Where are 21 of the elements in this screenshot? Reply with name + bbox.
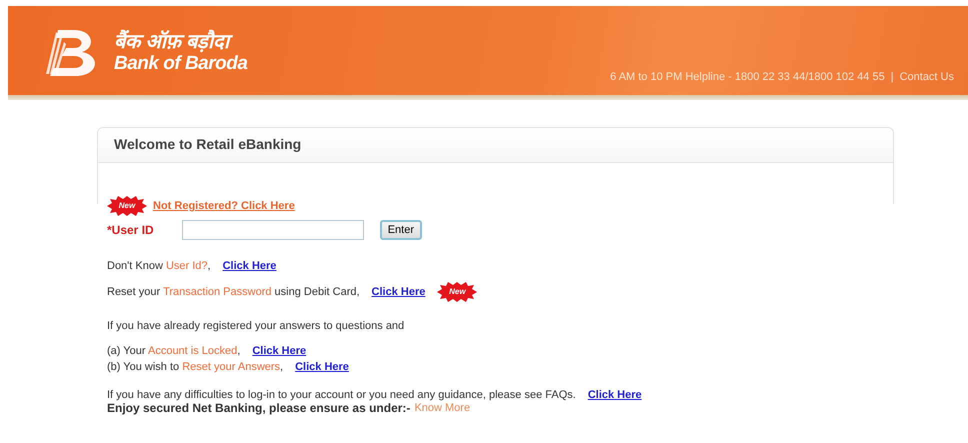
- separator-text: |: [890, 71, 894, 83]
- helpline-text: 6 AM to 10 PM Helpline - 1800 22 33 44/1800 102 44 55: [610, 71, 885, 83]
- click-here-link[interactable]: Click Here: [252, 345, 306, 357]
- help-text: Reset your Transaction Password using Debit Card,: [107, 286, 360, 298]
- help-text: (a) Your Account is Locked,: [107, 345, 240, 357]
- enter-button[interactable]: Enter: [380, 220, 422, 240]
- help-text: If you have already registered your answers to questions and: [107, 320, 404, 332]
- help-text: (b) You wish to Reset your Answers,: [107, 361, 284, 373]
- click-here-link[interactable]: Click Here: [588, 389, 642, 401]
- new-badge: New: [437, 282, 478, 302]
- click-here-link[interactable]: Click Here: [222, 260, 276, 272]
- help-text: Don't Know User Id?,: [107, 260, 211, 272]
- bank-name-hindi: बैंक ऑफ़ बड़ौदा: [114, 31, 248, 53]
- security-notice: Enjoy secured Net Banking, please ensure as under:-: [107, 401, 410, 415]
- user-id-field[interactable]: [182, 220, 364, 240]
- click-here-link[interactable]: Click Here: [372, 286, 426, 298]
- user-id-label: *User ID: [107, 223, 154, 237]
- bank-name: Bank of Baroda: [114, 53, 248, 75]
- click-here-link[interactable]: Click Here: [295, 361, 349, 373]
- new-badge: New: [107, 196, 147, 216]
- help-text: If you have any difficulties to log-in to your account or you need any guidance, please see FAQs.: [107, 389, 576, 401]
